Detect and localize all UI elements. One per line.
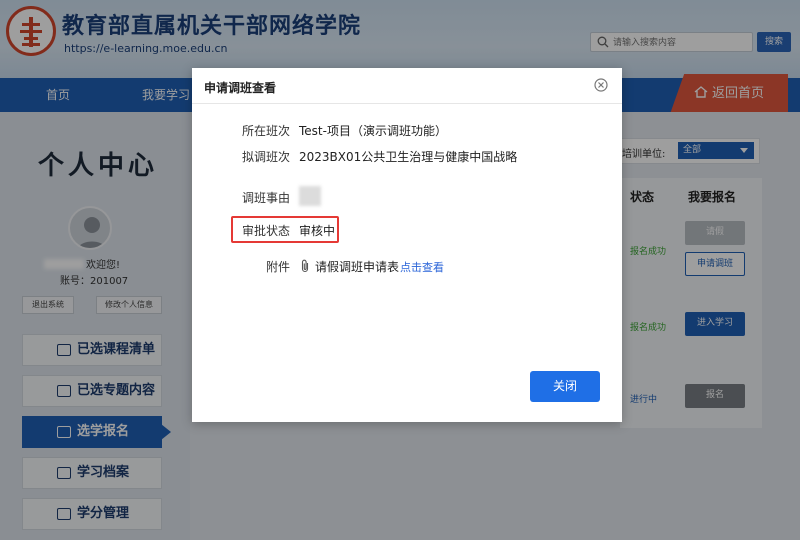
- attachment-filename: 请假调班申请表: [315, 260, 400, 274]
- field-label-attachment: 附件: [266, 260, 291, 274]
- modal-title: 申请调班查看: [204, 81, 277, 95]
- field-value-current-class: Test-项目（演示调班功能）: [299, 124, 447, 138]
- close-button[interactable]: 关闭: [530, 371, 600, 402]
- field-value-target-class: 2023BX01公共卫生治理与健康中国战略: [299, 150, 518, 164]
- reason-redacted: [299, 186, 321, 206]
- modal-header: 申请调班查看: [192, 68, 622, 104]
- close-icon[interactable]: [594, 78, 608, 92]
- field-value-approval-status: 审核中: [299, 224, 336, 238]
- field-label-approval-status: 审批状态: [242, 224, 291, 238]
- view-attachment-link[interactable]: 点击查看: [400, 259, 444, 275]
- paperclip-icon: [301, 259, 309, 273]
- field-label-current-class: 所在班次: [242, 124, 291, 138]
- field-label-reason: 调班事由: [242, 191, 291, 205]
- field-label-target-class: 拟调班次: [242, 150, 291, 164]
